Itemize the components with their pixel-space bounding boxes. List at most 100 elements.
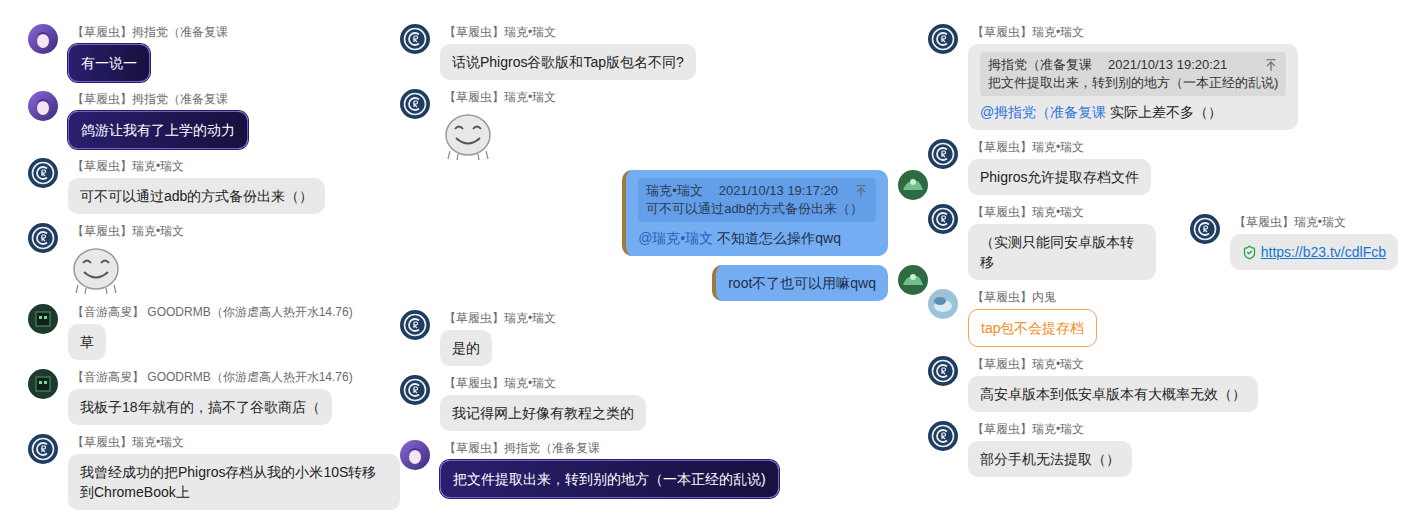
rick-avatar-icon[interactable] [28, 434, 58, 464]
chat-column: 【草履虫】瑞克•瑞文话说Phigros谷歌版和Tap版包名不同?【草履虫】瑞克•… [400, 24, 928, 524]
message-text: @瑞克•瑞文不知道怎么操作qwq [638, 230, 841, 246]
sender-name[interactable]: 【音游高叟】 GOODRMB（你游虐高人热开水14.76) [72, 304, 353, 320]
quote-text: 把文件提取出来，转到别的地方（一本正经的乱说) [988, 74, 1278, 92]
rick-avatar-icon[interactable] [400, 89, 430, 119]
sender-name[interactable]: 【草履虫】瑞克•瑞文 [72, 434, 184, 450]
purple-bubble[interactable]: 把文件提取出来，转到别的地方（一本正经的乱说) [440, 460, 779, 498]
purple-bubble[interactable]: 鸽游让我有了上学的动力 [68, 111, 248, 149]
message-text: root不了也可以用嘛qwq [728, 275, 876, 291]
rick-avatar-icon[interactable] [28, 158, 58, 188]
grey-bubble[interactable]: 草 [68, 324, 106, 360]
grey-bubble[interactable]: 部分手机无法提取（） [968, 441, 1132, 477]
rick-avatar-icon[interactable] [928, 139, 958, 169]
blue-bubble[interactable]: root不了也可以用嘛qwq [712, 265, 888, 301]
rick-avatar-icon[interactable] [28, 223, 58, 253]
rick-avatar-icon[interactable] [400, 375, 430, 405]
message-row: 【草履虫】瑞克•瑞文 [400, 89, 928, 161]
sender-name[interactable]: 【草履虫】瑞克•瑞文 [444, 24, 556, 40]
blue-bubble[interactable]: 瑞克•瑞文2021/10/13 19:17:20可不可以通过adb的方式备份出来… [622, 170, 888, 256]
jump-to-quote-icon[interactable] [1264, 58, 1278, 72]
grey-bubble[interactable]: 话说Phigros谷歌版和Tap版包名不同? [440, 44, 696, 80]
sender-name[interactable]: 【草履虫】瑞克•瑞文 [444, 310, 556, 326]
rick-avatar-icon[interactable] [400, 24, 430, 54]
rick-avatar-icon[interactable] [928, 24, 958, 54]
sender-name[interactable]: 【草履虫】瑞克•瑞文 [444, 375, 556, 391]
grey-bubble[interactable]: Phigros允许提取存档文件 [968, 159, 1151, 195]
message-text: @拇指党（准备复课实际上差不多（） [980, 104, 1222, 120]
sender-name[interactable]: 【草履虫】瑞克•瑞文 [972, 421, 1084, 437]
mention[interactable]: @瑞克•瑞文 [638, 230, 713, 246]
goodrmb-avatar-icon[interactable] [28, 369, 58, 399]
grey-bubble[interactable]: 我板子18年就有的，搞不了谷歌商店（ [68, 389, 332, 425]
chat-message: 【草履虫】瑞克•瑞文我曾经成功的把Phigros存档从我的小米10S转移到Chr… [28, 434, 400, 510]
sender-name[interactable]: 【草履虫】瑞克•瑞文 [72, 223, 184, 239]
quote-time: 2021/10/13 19:17:20 [719, 182, 838, 200]
grey-bubble[interactable]: 拇指党（准备复课2021/10/13 19:20:21把文件提取出来，转到别的地… [968, 44, 1298, 130]
sender-name[interactable]: 【草履虫】拇指党（准备复课 [72, 91, 228, 107]
sender-name[interactable]: 【草履虫】内鬼 [972, 289, 1056, 305]
sender-name[interactable]: 【草履虫】瑞克•瑞文 [972, 204, 1084, 220]
chat-message: 【草履虫】瑞克•瑞文高安卓版本到低安卓版本有大概率无效（） [928, 356, 1398, 412]
safe-link-icon [1242, 245, 1257, 260]
smiley-sticker-icon[interactable] [68, 243, 124, 295]
sender-name[interactable]: 【草履虫】拇指党（准备复课 [72, 24, 228, 40]
sender-name[interactable]: 【草履虫】瑞克•瑞文 [444, 89, 556, 105]
sender-name[interactable]: 【草履虫】瑞克•瑞文 [1234, 214, 1346, 230]
quote-box[interactable]: 拇指党（准备复课2021/10/13 19:20:21把文件提取出来，转到别的地… [980, 52, 1286, 96]
chat-message: 【草履虫】瑞克•瑞文部分手机无法提取（） [928, 421, 1398, 477]
chat-message: 【草履虫】瑞克•瑞文 Phigros允许提取存档文件 [928, 139, 1398, 195]
rick-avatar-icon[interactable] [928, 204, 958, 234]
sender-name[interactable]: 【草履虫】瑞克•瑞文 [972, 356, 1084, 372]
mention[interactable]: @拇指党（准备复课 [980, 104, 1106, 120]
smiley-sticker-icon[interactable] [440, 109, 496, 161]
chat-message: 【草履虫】拇指党（准备复课把文件提取出来，转到别的地方（一本正经的乱说) [400, 440, 928, 498]
neigui-avatar-icon[interactable] [928, 289, 958, 319]
grey-bubble[interactable]: 高安卓版本到低安卓版本有大概率无效（） [968, 376, 1258, 412]
sender-name[interactable]: 【草履虫】拇指党（准备复课 [444, 440, 600, 456]
message-text: 草 [80, 334, 94, 350]
chat-message: 【草履虫】瑞克•瑞文 https://b23.tv/cdlFcb [1190, 214, 1398, 270]
muzhi-avatar-icon[interactable] [28, 24, 58, 54]
grey-bubble[interactable]: 我记得网上好像有教程之类的 [440, 395, 646, 431]
message-row: 【草履虫】瑞克•瑞文是的 [400, 310, 928, 366]
muzhi-avatar-icon[interactable] [28, 91, 58, 121]
purple-bubble[interactable]: 有一说一 [68, 44, 150, 82]
grey-bubble[interactable]: （实测只能同安卓版本转移 [968, 224, 1156, 280]
jump-to-quote-icon[interactable] [854, 184, 868, 198]
chat-message: root不了也可以用嘛qwq [712, 265, 928, 301]
message-text: （实测只能同安卓版本转移 [980, 234, 1134, 270]
sender-name[interactable]: 【音游高叟】 GOODRMB（你游虐高人热开水14.76) [72, 369, 353, 385]
message-text: 高安卓版本到低安卓版本有大概率无效（） [980, 386, 1246, 402]
link-bubble[interactable]: https://b23.tv/cdlFcb [1230, 234, 1398, 270]
rick-avatar-icon[interactable] [928, 421, 958, 451]
grey-bubble[interactable]: 我曾经成功的把Phigros存档从我的小米10S转移到ChromeBook上 [68, 454, 400, 510]
chat-column: 【草履虫】拇指党（准备复课有一说一【草履虫】拇指党（准备复课鸽游让我有了上学的动… [28, 24, 400, 524]
self-avatar-icon[interactable] [898, 265, 928, 295]
chat-message: 瑞克•瑞文2021/10/13 19:17:20可不可以通过adb的方式备份出来… [622, 170, 928, 256]
sender-name[interactable]: 【草履虫】瑞克•瑞文 [972, 24, 1084, 40]
message-row: 【草履虫】瑞克•瑞文我记得网上好像有教程之类的 [400, 375, 928, 431]
message-row: 【草履虫】瑞克•瑞文 （实测只能同安卓版本转移 【草履虫】瑞克•瑞文 https://… [928, 204, 1398, 280]
chat-page: 【草履虫】拇指党（准备复课有一说一【草履虫】拇指党（准备复课鸽游让我有了上学的动… [0, 0, 1413, 524]
message-text: 可不可以通过adb的方式备份出来（） [80, 188, 313, 204]
link[interactable]: https://b23.tv/cdlFcb [1261, 242, 1386, 262]
grey-bubble[interactable]: 是的 [440, 330, 492, 366]
chat-message: 【草履虫】瑞克•瑞文 [400, 89, 928, 161]
chat-message: 【草履虫】瑞克•瑞文我记得网上好像有教程之类的 [400, 375, 928, 431]
orange-bubble[interactable]: tap包不会提存档 [968, 309, 1097, 347]
muzhi-avatar-icon[interactable] [400, 440, 430, 470]
self-avatar-icon[interactable] [898, 170, 928, 200]
chat-message: 【草履虫】内鬼 tap包不会提存档 [928, 289, 1398, 347]
message-row: 【草履虫】瑞克•瑞文话说Phigros谷歌版和Tap版包名不同? [400, 24, 928, 80]
sender-name[interactable]: 【草履虫】瑞克•瑞文 [72, 158, 184, 174]
message-row: 【草履虫】内鬼 tap包不会提存档 [928, 289, 1398, 347]
grey-bubble[interactable]: 可不可以通过adb的方式备份出来（） [68, 178, 325, 214]
message-row: 【草履虫】瑞克•瑞文高安卓版本到低安卓版本有大概率无效（） [928, 356, 1398, 412]
message-text: 鸽游让我有了上学的动力 [81, 122, 235, 138]
goodrmb-avatar-icon[interactable] [28, 304, 58, 334]
rick-avatar-icon[interactable] [1190, 214, 1220, 244]
rick-avatar-icon[interactable] [928, 356, 958, 386]
rick-avatar-icon[interactable] [400, 310, 430, 340]
sender-name[interactable]: 【草履虫】瑞克•瑞文 [972, 139, 1084, 155]
quote-box[interactable]: 瑞克•瑞文2021/10/13 19:17:20可不可以通过adb的方式备份出来… [638, 178, 876, 222]
